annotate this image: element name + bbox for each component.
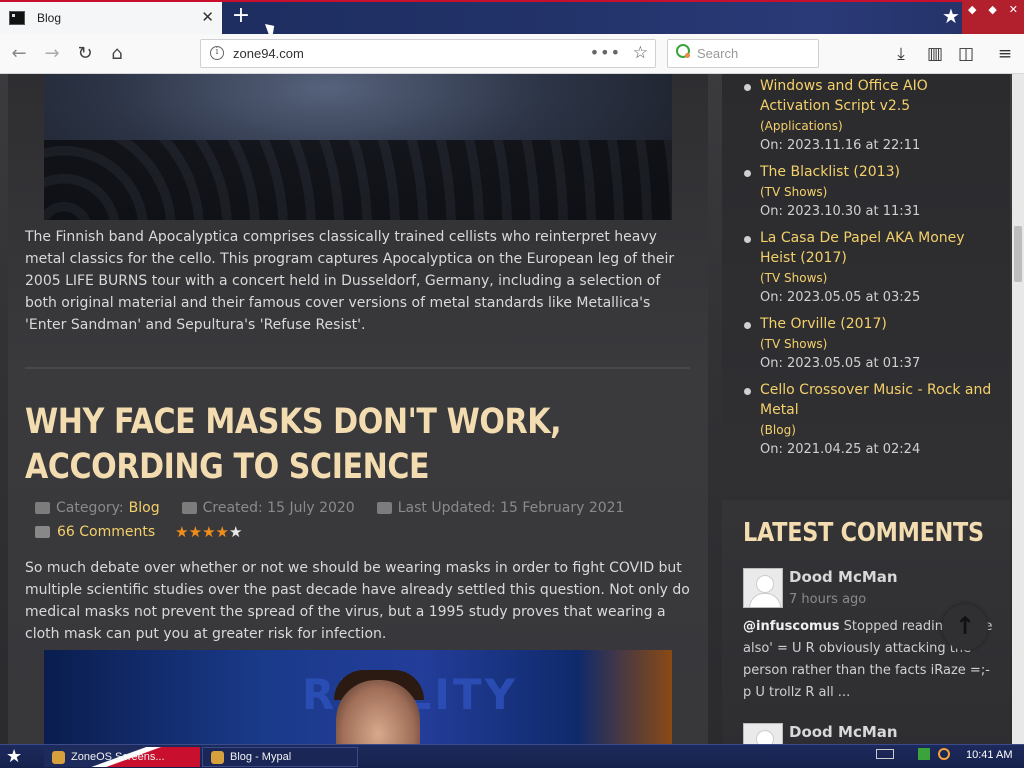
star-logo-icon: ★ [942, 4, 960, 28]
network-icon[interactable] [918, 748, 930, 760]
start-menu-icon[interactable]: ★ [6, 746, 22, 767]
forward-icon[interactable]: → [41, 43, 63, 65]
star-filled-icon[interactable]: ★ [216, 523, 229, 541]
maximize-window-icon[interactable]: ◆ [988, 3, 996, 16]
calendar-icon [181, 502, 197, 514]
created-date: Created: 15 July 2020 [202, 500, 355, 516]
concert-image [44, 74, 672, 220]
address-bar[interactable]: i zone94.com ••• ☆ [200, 39, 656, 68]
comment-author[interactable]: Dood McMan [789, 723, 898, 741]
navigation-toolbar: ← → ↻ ⌂ i zone94.com ••• ☆ Search ⤓ ▥ ◫ … [0, 34, 1024, 74]
recent-item-date: On: 2023.10.30 at 11:31 [760, 204, 921, 219]
recent-items-box: Windows and Office AIO Activation Script… [722, 74, 1010, 486]
main-column: The Finnish band Apocalyptica comprises … [8, 74, 708, 744]
recent-item-link[interactable]: Cello Crossover Music - Rock and Metal [760, 380, 994, 420]
reload-icon[interactable]: ↻ [74, 43, 96, 65]
library-icon[interactable]: ▥ [924, 43, 946, 65]
site-favicon-icon [9, 11, 25, 25]
latest-comments-heading: LATEST COMMENTS [743, 518, 984, 548]
category-label: Category: [56, 500, 124, 516]
article-image-reality: REALITY [44, 650, 672, 744]
star-filled-icon[interactable]: ★ [175, 523, 188, 541]
star-filled-icon[interactable]: ★ [202, 523, 215, 541]
keyboard-icon[interactable] [876, 749, 894, 759]
url-text[interactable]: zone94.com [233, 46, 304, 61]
comment-author[interactable]: Dood McMan [789, 568, 898, 586]
tab-bar: Blog ✕ + ★ ◆ ◆ ✕ [0, 0, 1024, 42]
calendar-edit-icon [376, 502, 392, 514]
taskbar-item-label: ZoneOS Screens... [71, 751, 165, 763]
window-controls: ◆ ◆ ✕ [962, 0, 1024, 34]
recent-item-link[interactable]: La Casa De Papel AKA Money Heist (2017) [760, 228, 994, 268]
recent-item-category[interactable]: (TV Shows) [760, 334, 994, 354]
back-icon[interactable]: ← [8, 43, 30, 65]
recent-item-category[interactable]: (TV Shows) [760, 182, 994, 202]
taskbar-item-label: Blog - Mypal [230, 751, 292, 763]
recent-item-date: On: 2023.05.05 at 01:37 [760, 356, 921, 371]
recent-item-date: On: 2023.05.05 at 03:25 [760, 290, 921, 305]
list-item: Cello Crossover Music - Rock and Metal (B… [744, 380, 994, 460]
menu-icon[interactable]: ≡ [994, 43, 1016, 65]
list-item: La Casa De Papel AKA Money Heist (2017)(… [744, 228, 994, 308]
search-tray-icon[interactable] [938, 748, 950, 760]
taskbar-clock[interactable]: 10:41 AM [966, 749, 1012, 761]
search-input[interactable]: Search [667, 39, 819, 68]
bookmark-star-icon[interactable]: ☆ [633, 43, 648, 63]
article-paragraph-masks: So much debate over whether or not we sh… [25, 560, 690, 642]
star-filled-icon[interactable]: ★ [189, 523, 202, 541]
comment-mention: @infuscomus [743, 619, 840, 634]
scroll-to-top-button[interactable]: ↑ [942, 604, 988, 650]
recent-item-category[interactable]: (Blog) [760, 420, 994, 440]
scrollbar-thumb[interactable] [1014, 226, 1022, 282]
recent-item-date: On: 2023.11.16 at 22:11 [760, 138, 921, 153]
download-icon[interactable]: ⤓ [890, 43, 912, 65]
comment-time: 7 hours ago [789, 592, 867, 607]
recent-item-link[interactable]: Windows and Office AIO Activation Script… [760, 76, 994, 116]
recent-items-list: Windows and Office AIO Activation Script… [744, 76, 994, 466]
recent-item-link[interactable]: The Orville (2017) [760, 314, 994, 334]
rating-stars[interactable]: ★★★★★ [175, 523, 242, 541]
article-paragraph: The Finnish band Apocalyptica comprises … [25, 229, 675, 333]
list-item: The Blacklist (2013) (TV Shows) On: 2023.1… [744, 162, 994, 222]
close-window-icon[interactable]: ✕ [1009, 3, 1018, 16]
list-item: The Orville (2017) (TV Shows) On: 2023.05.… [744, 314, 994, 374]
comment-icon [35, 526, 50, 538]
page-scrollbar[interactable] [1012, 74, 1024, 744]
search-engine-icon [676, 44, 690, 58]
avatar [743, 568, 783, 608]
list-item: Windows and Office AIO Activation Script… [744, 76, 994, 156]
home-icon[interactable]: ⌂ [106, 43, 128, 65]
web-page[interactable]: The Finnish band Apocalyptica comprises … [0, 74, 1012, 744]
taskbar-item-blog[interactable]: Blog - Mypal [202, 747, 358, 767]
sidebar-icon[interactable]: ◫ [955, 43, 977, 65]
article-meta: Category: Blog Created: 15 July 2020 Las… [35, 500, 624, 516]
comments-link[interactable]: 66 Comments [57, 524, 155, 540]
updated-date: Last Updated: 15 February 2021 [397, 500, 625, 516]
star-empty-icon[interactable]: ★ [229, 523, 242, 541]
article-meta-comments: 66 Comments ★★★★★ [35, 523, 242, 541]
recent-item-category[interactable]: (Applications) [760, 116, 994, 136]
taskbar-item-zoneos[interactable]: ZoneOS Screens... [44, 747, 200, 767]
minimize-window-icon[interactable]: ◆ [968, 3, 976, 16]
new-tab-button[interactable]: + [230, 5, 252, 27]
search-placeholder: Search [697, 46, 739, 61]
recent-item-category[interactable]: (TV Shows) [760, 268, 994, 288]
browser-app-icon [211, 750, 224, 764]
article-title[interactable]: WHY FACE MASKS DON'T WORK, ACCORDING TO … [25, 400, 601, 490]
folder-icon [35, 502, 50, 514]
app-icon [52, 750, 65, 764]
page-actions-icon[interactable]: ••• [590, 43, 621, 62]
close-tab-icon[interactable]: ✕ [201, 9, 214, 25]
info-icon[interactable]: i [210, 46, 224, 60]
tab-title: Blog [37, 11, 62, 25]
taskbar: ★ ZoneOS Screens... Blog - Mypal 10:41 A… [0, 744, 1024, 768]
category-link[interactable]: Blog [129, 500, 160, 516]
system-tray [876, 748, 960, 760]
article-divider [25, 367, 690, 369]
recent-item-link[interactable]: The Blacklist (2013) [760, 162, 994, 182]
tab-blog[interactable]: Blog ✕ [0, 2, 222, 34]
recent-item-date: On: 2021.04.25 at 02:24 [760, 442, 921, 457]
crowd-silhouette [44, 140, 672, 220]
avatar [743, 723, 783, 744]
